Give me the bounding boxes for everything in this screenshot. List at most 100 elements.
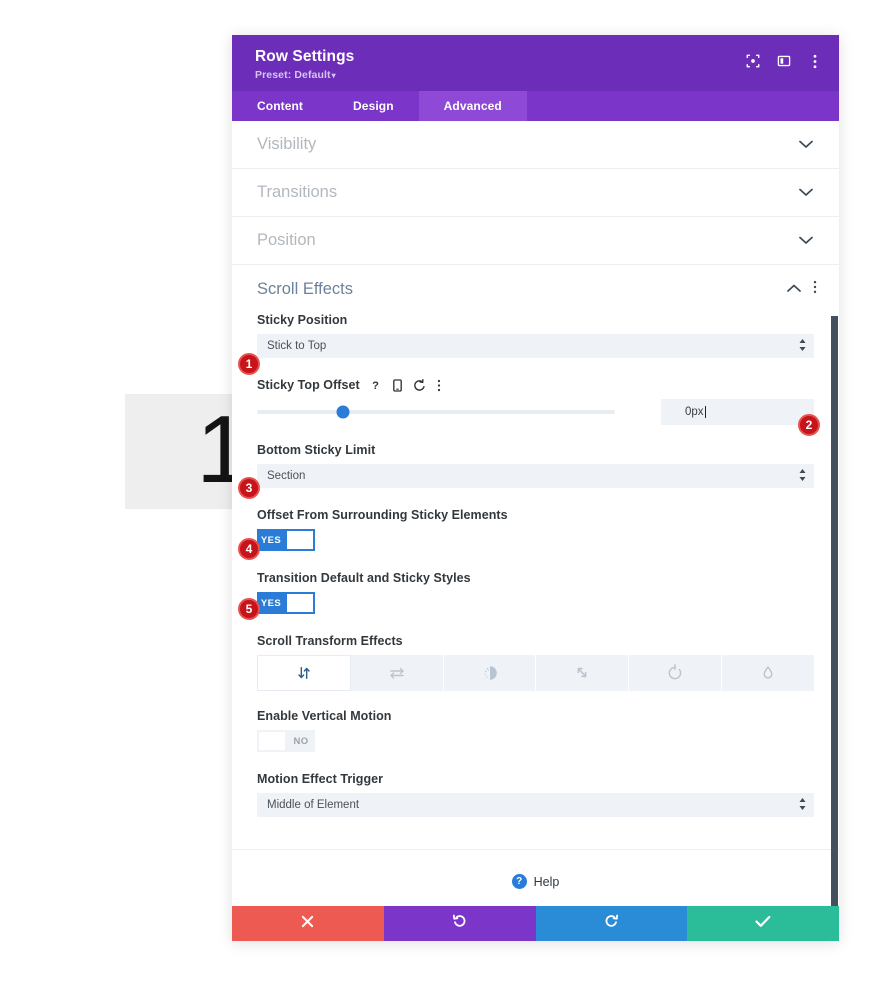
modal-header-actions bbox=[745, 53, 823, 69]
help-label: Help bbox=[533, 874, 560, 889]
select-spinner-icon bbox=[799, 798, 806, 812]
focus-icon[interactable] bbox=[745, 53, 761, 69]
scroll-transform-effects-tabs bbox=[257, 655, 814, 691]
section-scroll-effects: Scroll Effects Sticky Position Stick to … bbox=[232, 265, 839, 889]
reset-icon[interactable] bbox=[413, 378, 426, 392]
svg-text:?: ? bbox=[372, 380, 379, 392]
help-icon: ? bbox=[511, 874, 527, 889]
field-enable-vertical-motion: Enable Vertical Motion NO bbox=[257, 709, 814, 752]
sticky-position-value: Stick to Top bbox=[267, 340, 327, 352]
layout-panel-icon[interactable] bbox=[776, 53, 792, 69]
section-transitions-label: Transitions bbox=[257, 183, 338, 201]
slider-track bbox=[257, 405, 615, 419]
offset-surrounding-toggle[interactable]: YES bbox=[257, 529, 315, 551]
section-scroll-effects-label: Scroll Effects bbox=[257, 279, 353, 298]
section-position[interactable]: Position bbox=[232, 217, 839, 265]
vertical-motion-icon[interactable] bbox=[257, 655, 351, 691]
more-vertical-icon[interactable] bbox=[437, 379, 441, 392]
fade-icon[interactable] bbox=[443, 655, 537, 691]
step-badge-5: 5 bbox=[238, 598, 260, 620]
tab-design[interactable]: Design bbox=[328, 91, 419, 121]
text-cursor bbox=[704, 406, 706, 418]
section-transitions[interactable]: Transitions bbox=[232, 169, 839, 217]
enable-vertical-motion-toggle[interactable]: NO bbox=[257, 730, 315, 752]
sticky-top-offset-icons: ? bbox=[369, 378, 441, 392]
sticky-top-offset-slider[interactable] bbox=[257, 403, 661, 421]
field-transition-styles: Transition Default and Sticky Styles YES bbox=[257, 571, 814, 614]
offset-surrounding-label: Offset From Surrounding Sticky Elements bbox=[257, 508, 508, 522]
blur-icon[interactable] bbox=[722, 655, 814, 691]
modal-body: Visibility Transitions Position Scroll E… bbox=[232, 121, 839, 906]
toggle-knob bbox=[287, 531, 313, 549]
field-bottom-sticky-limit: Bottom Sticky Limit Section bbox=[257, 443, 814, 488]
sticky-top-offset-input[interactable]: 0px bbox=[661, 399, 814, 425]
more-vertical-icon[interactable] bbox=[813, 280, 817, 299]
modal-footer bbox=[232, 906, 839, 941]
field-sticky-position: Sticky Position Stick to Top bbox=[257, 313, 814, 358]
field-motion-effect-trigger: Motion Effect Trigger Middle of Element bbox=[257, 772, 814, 817]
field-scroll-transform-effects: Scroll Transform Effects bbox=[257, 634, 814, 691]
chevron-up-icon[interactable] bbox=[787, 280, 801, 298]
slider-handle[interactable] bbox=[336, 405, 350, 419]
toggle-state-label: YES bbox=[260, 597, 282, 609]
step-badge-3: 3 bbox=[238, 477, 260, 499]
help-link[interactable]: ? Help bbox=[232, 850, 839, 889]
transition-styles-toggle[interactable]: YES bbox=[257, 592, 315, 614]
rotating-icon[interactable] bbox=[629, 655, 723, 691]
transition-styles-label: Transition Default and Sticky Styles bbox=[257, 571, 471, 585]
select-spinner-icon bbox=[799, 469, 806, 483]
undo-button[interactable] bbox=[383, 906, 536, 941]
preset-selector[interactable]: Preset: Default▾ bbox=[255, 69, 821, 81]
modal-header: Row Settings Preset: Default▾ bbox=[232, 35, 839, 91]
more-vertical-icon[interactable] bbox=[807, 53, 823, 69]
tab-advanced[interactable]: Advanced bbox=[418, 91, 527, 121]
modal-title: Row Settings bbox=[255, 48, 355, 65]
select-spinner-icon bbox=[799, 339, 806, 353]
section-scroll-effects-content: Sticky Position Stick to Top Sticky Top … bbox=[232, 313, 839, 835]
sticky-position-select[interactable]: Stick to Top bbox=[257, 334, 814, 358]
section-scroll-effects-header[interactable]: Scroll Effects bbox=[232, 265, 839, 313]
redo-icon bbox=[604, 914, 619, 934]
sticky-position-label: Sticky Position bbox=[257, 313, 348, 327]
discard-changes-button[interactable] bbox=[232, 906, 384, 941]
bottom-sticky-limit-select[interactable]: Section bbox=[257, 464, 814, 488]
bottom-sticky-limit-label: Bottom Sticky Limit bbox=[257, 443, 376, 457]
toggle-state-label: NO bbox=[293, 735, 309, 747]
section-visibility-label: Visibility bbox=[257, 135, 317, 153]
modal-tabs: Content Design Advanced bbox=[232, 91, 839, 121]
section-visibility[interactable]: Visibility bbox=[232, 121, 839, 169]
help-icon[interactable]: ? bbox=[369, 379, 382, 392]
horizontal-motion-icon[interactable] bbox=[350, 655, 444, 691]
motion-effect-trigger-select[interactable]: Middle of Element bbox=[257, 793, 814, 817]
sticky-top-offset-value: 0px bbox=[685, 406, 704, 418]
step-badge-2: 2 bbox=[798, 414, 820, 436]
section-position-label: Position bbox=[257, 231, 316, 249]
scaling-icon[interactable] bbox=[536, 655, 630, 691]
vertical-scrollbar[interactable] bbox=[831, 316, 838, 906]
section-scroll-effects-actions bbox=[787, 280, 817, 299]
scroll-transform-effects-label: Scroll Transform Effects bbox=[257, 634, 403, 648]
tab-content[interactable]: Content bbox=[232, 91, 328, 121]
toggle-knob bbox=[259, 732, 285, 750]
check-icon bbox=[755, 915, 771, 933]
enable-vertical-motion-label: Enable Vertical Motion bbox=[257, 709, 392, 723]
sticky-top-offset-label: Sticky Top Offset bbox=[257, 378, 360, 392]
row-settings-modal: Row Settings Preset: Default▾ Content De… bbox=[232, 35, 839, 941]
chevron-down-icon bbox=[799, 140, 813, 149]
save-changes-button[interactable] bbox=[687, 906, 839, 941]
undo-icon bbox=[452, 914, 467, 934]
toggle-knob bbox=[287, 594, 313, 612]
chevron-down-icon bbox=[799, 236, 813, 245]
sticky-top-offset-control: 0px bbox=[257, 399, 814, 425]
close-icon bbox=[301, 915, 314, 933]
chevron-down-icon bbox=[799, 188, 813, 197]
redo-button[interactable] bbox=[535, 906, 688, 941]
motion-effect-trigger-value: Middle of Element bbox=[267, 799, 360, 811]
motion-effect-trigger-label: Motion Effect Trigger bbox=[257, 772, 384, 786]
mobile-icon[interactable] bbox=[392, 378, 402, 392]
field-sticky-top-offset: Sticky Top Offset ? 0px bbox=[257, 378, 814, 425]
toggle-state-label: YES bbox=[260, 534, 282, 546]
step-badge-4: 4 bbox=[238, 538, 260, 560]
step-badge-1: 1 bbox=[238, 353, 260, 375]
chevron-down-icon: ▾ bbox=[331, 71, 336, 80]
